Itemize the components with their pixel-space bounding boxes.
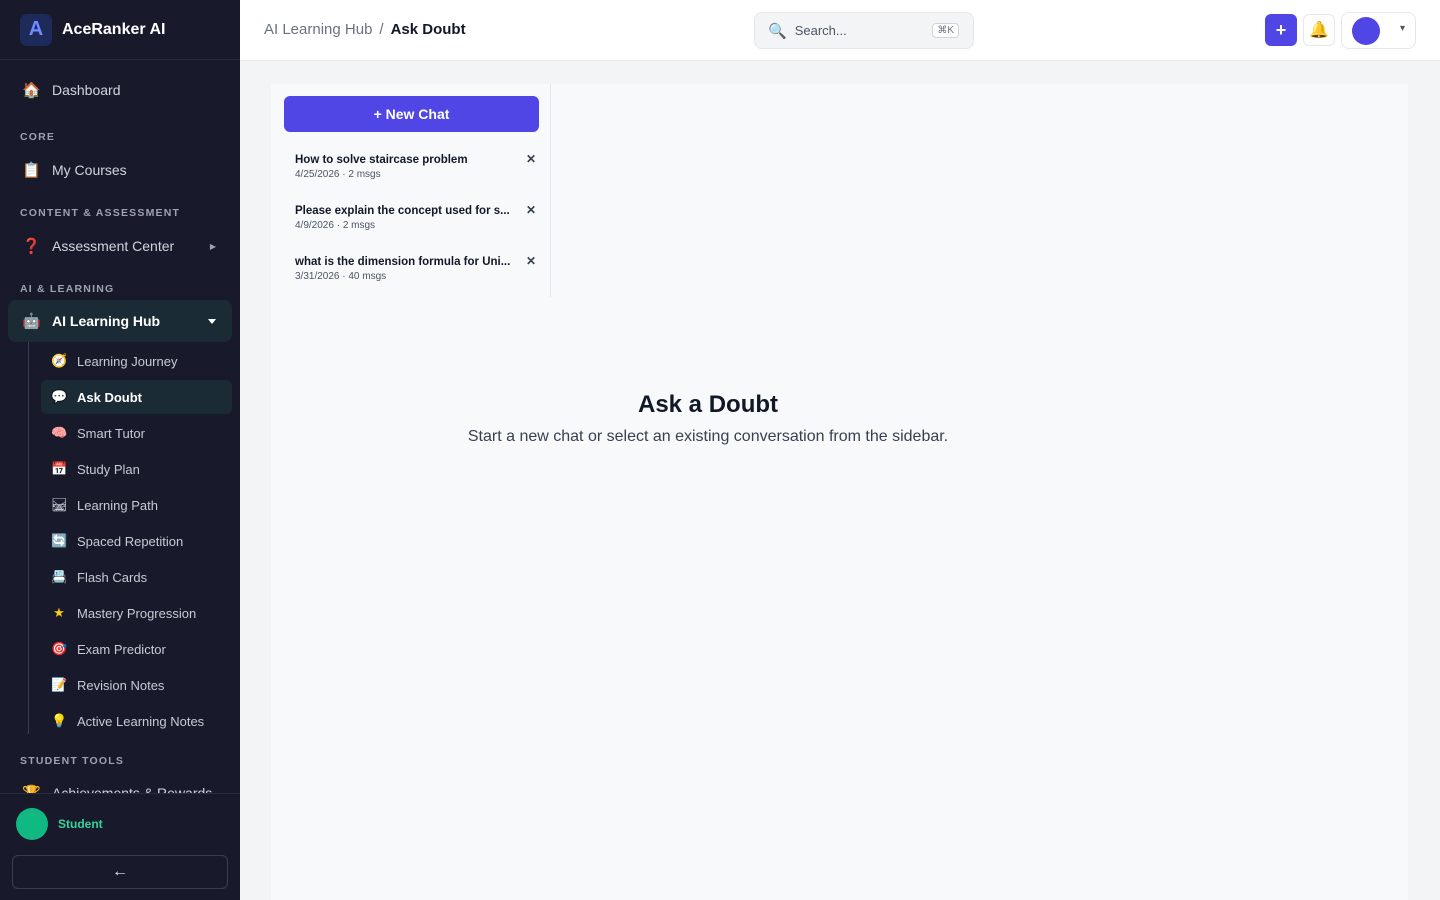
section-label-core: CORE (20, 131, 56, 143)
sidebar-subitem-revision-notes[interactable]: 📝 Revision Notes (41, 668, 232, 702)
avatar (1352, 17, 1380, 45)
section-label-ai: AI & LEARNING (20, 283, 115, 295)
search-input[interactable] (794, 23, 915, 38)
empty-state-subtitle: Start a new chat or select an existing c… (467, 428, 949, 445)
profile-menu-button[interactable]: ▾ (1341, 12, 1416, 49)
chat-history-list: + New Chat How to solve staircase proble… (271, 84, 551, 297)
brand[interactable]: A AceRanker AI (0, 0, 240, 60)
house-icon: 🏠 (22, 82, 41, 99)
sidebar-subitem-study-plan[interactable]: 📅 Study Plan (41, 452, 232, 486)
chevron-right-icon: ▶ (209, 241, 216, 251)
breadcrumb-parent[interactable]: AI Learning Hub (264, 21, 372, 38)
sidebar-subitem-flash-cards[interactable]: 📇 Flash Cards (41, 560, 232, 594)
railway-track-icon: 🛤 (51, 497, 68, 512)
chat-title: How to solve staircase problem (295, 154, 468, 166)
doubt-panel: + New Chat How to solve staircase proble… (271, 84, 1408, 900)
sidebar-nav: 🏠 Dashboard CORE 📋 My Courses CONTENT & … (0, 60, 240, 793)
breadcrumb-current: Ask Doubt (390, 21, 466, 38)
sidebar-item-label: Assessment Center (52, 238, 175, 254)
target-icon: 🎯 (51, 641, 68, 656)
calendar-icon: 📅 (51, 461, 68, 476)
sidebar-subitem-exam-predictor[interactable]: 🎯 Exam Predictor (41, 632, 232, 666)
sidebar-subitem-label: Spaced Repetition (77, 533, 184, 549)
chat-title: what is the dimension formula for Uni... (295, 256, 511, 268)
close-icon[interactable]: ✕ (526, 254, 536, 268)
section-label-student-tools: STUDENT TOOLS (20, 755, 125, 767)
sidebar-item-ai-learning-hub[interactable]: 🤖 AI Learning Hub (8, 300, 232, 342)
chat-title: Please explain the concept used for s... (295, 205, 510, 217)
sidebar-subitem-label: Learning Path (77, 497, 158, 513)
sidebar-subitem-label: Flash Cards (77, 569, 148, 585)
avatar[interactable] (16, 808, 48, 840)
robot-icon: 🤖 (22, 313, 41, 330)
sidebar-subitem-label: Exam Predictor (77, 641, 166, 657)
notifications-button[interactable]: 🔔 (1303, 14, 1335, 46)
sidebar-item-label: Achievements & Rewards (52, 785, 213, 793)
question-icon: ❓ (22, 238, 41, 255)
plus-icon: + (1275, 19, 1287, 40)
arrow-left-icon: ← (112, 863, 128, 880)
caret-down-icon: ▾ (1399, 23, 1405, 34)
sidebar-subitem-active-learning-notes[interactable]: 💡 Active Learning Notes (41, 704, 232, 738)
light-bulb-icon: 💡 (51, 713, 68, 728)
sidebar-item-label: AI Learning Hub (52, 313, 161, 329)
chat-meta: 4/9/2026 · 2 msgs (295, 220, 376, 231)
bell-icon: 🔔 (1309, 22, 1329, 39)
sidebar-footer: Student ← (0, 793, 240, 900)
brand-logo-icon: A (20, 13, 52, 46)
search-icon: 🔍 (768, 22, 787, 40)
trophy-icon: 🏆 (22, 784, 41, 793)
main-content: + New Chat How to solve staircase proble… (240, 61, 1440, 900)
sidebar-subitem-mastery-progression[interactable]: ★ Mastery Progression (41, 596, 232, 630)
repeat-icon: 🔄 (51, 533, 68, 548)
card-file-icon: 📇 (51, 569, 68, 584)
sidebar-item-dashboard[interactable]: 🏠 Dashboard (8, 69, 232, 111)
new-chat-button[interactable]: + New Chat (284, 96, 539, 132)
sidebar-subitem-label: Mastery Progression (77, 605, 197, 621)
top-header: AI Learning Hub / Ask Doubt 🔍 ⌘K + 🔔 ▾ (240, 0, 1440, 61)
sidebar-subitem-label: Active Learning Notes (77, 713, 205, 729)
sidebar-subitem-learning-journey[interactable]: 🧭 Learning Journey (41, 344, 232, 378)
empty-state-title: Ask a Doubt (637, 391, 778, 418)
close-icon[interactable]: ✕ (526, 203, 536, 217)
section-label-content: CONTENT & ASSESSMENT (20, 207, 181, 219)
user-role-label: Student (58, 817, 103, 831)
chat-history-item[interactable]: what is the dimension formula for Uni...… (295, 254, 543, 296)
sidebar-subitem-label: Study Plan (77, 461, 140, 477)
clipboard-icon: 📋 (22, 162, 41, 179)
collapse-sidebar-button[interactable]: ← (12, 855, 228, 889)
compass-icon: 🧭 (51, 353, 68, 368)
sidebar-subitem-learning-path[interactable]: 🛤 Learning Path (41, 488, 232, 522)
star-icon: ★ (53, 605, 65, 620)
chat-meta: 4/25/2026 · 2 msgs (295, 169, 381, 180)
chat-history-item[interactable]: Please explain the concept used for s...… (295, 203, 543, 245)
sidebar-item-assessment-center[interactable]: ❓ Assessment Center ▶ (8, 225, 232, 267)
breadcrumb: AI Learning Hub / Ask Doubt (264, 21, 466, 38)
add-button[interactable]: + (1265, 14, 1297, 46)
chevron-down-icon (208, 318, 216, 324)
memo-icon: 📝 (51, 677, 68, 692)
sidebar-subitem-label: Revision Notes (77, 677, 165, 693)
sidebar-subitem-label: Learning Journey (77, 353, 178, 369)
sidebar: A AceRanker AI 🏠 Dashboard CORE 📋 My Cou… (0, 0, 240, 900)
search-shortcut-hint: ⌘K (932, 23, 959, 38)
sidebar-item-my-courses[interactable]: 📋 My Courses (8, 149, 232, 191)
sidebar-item-achievements[interactable]: 🏆 Achievements & Rewards (8, 772, 232, 793)
close-icon[interactable]: ✕ (526, 152, 536, 166)
sidebar-item-label: Dashboard (52, 82, 121, 98)
breadcrumb-separator: / (379, 21, 384, 38)
search-box[interactable]: 🔍 ⌘K (754, 12, 974, 49)
chat-history-item[interactable]: How to solve staircase problem 4/25/2026… (295, 152, 543, 194)
chat-meta: 3/31/2026 · 40 msgs (295, 271, 387, 282)
sidebar-item-label: My Courses (52, 162, 127, 178)
brand-name: AceRanker AI (62, 20, 166, 38)
sidebar-subitem-spaced-repetition[interactable]: 🔄 Spaced Repetition (41, 524, 232, 558)
